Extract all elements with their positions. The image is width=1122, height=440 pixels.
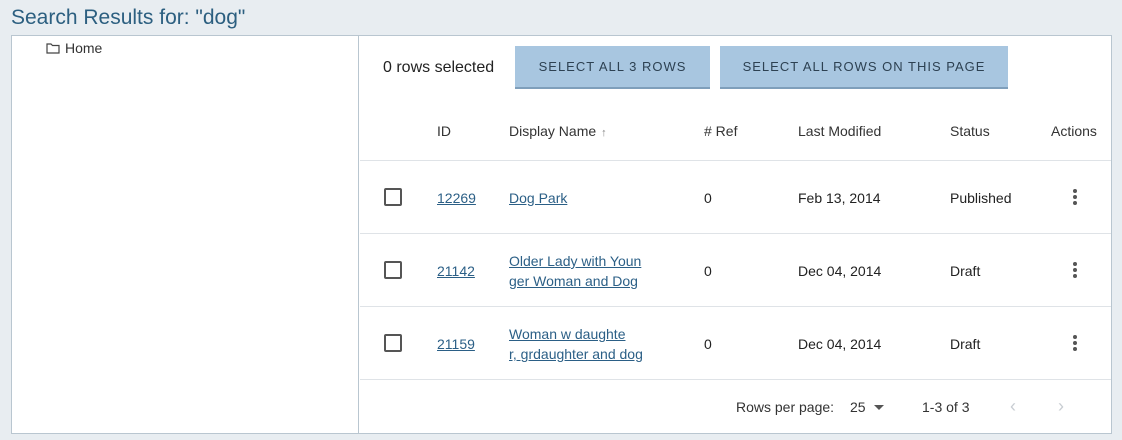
row-status: Published <box>950 190 1012 206</box>
select-all-rows-button[interactable]: SELECT ALL 3 ROWS <box>515 46 710 89</box>
column-header-display-name[interactable]: Display Name ↑ <box>509 123 607 139</box>
rows-per-page-select[interactable]: 25 <box>850 399 884 415</box>
tree-item-label: Home <box>65 40 103 56</box>
row-name-line: ger Woman and Dog <box>509 273 638 289</box>
row-ref: 0 <box>704 336 712 352</box>
results-table: 0 rows selected SELECT ALL 3 ROWS SELECT… <box>360 36 1111 433</box>
row-id-link[interactable]: 21159 <box>437 336 475 352</box>
row-name-line: Older Lady with Youn <box>509 253 642 269</box>
row-modified: Dec 04, 2014 <box>798 336 882 352</box>
row-divider <box>360 233 1111 234</box>
column-header-status[interactable]: Status <box>950 123 990 139</box>
caret-down-icon <box>873 404 884 410</box>
row-ref: 0 <box>704 263 712 279</box>
column-header-ref[interactable]: # Ref <box>704 123 737 139</box>
column-header-label: Display Name <box>509 123 597 139</box>
row-checkbox[interactable] <box>384 188 402 206</box>
search-results-panel: Home 0 rows selected SELECT ALL 3 ROWS S… <box>11 35 1112 434</box>
tree-item-home[interactable]: Home <box>46 40 102 56</box>
row-modified: Dec 04, 2014 <box>798 263 882 279</box>
folder-tree: Home <box>12 36 359 433</box>
pagination-range: 1-3 of 3 <box>922 399 970 415</box>
row-name-link[interactable]: Older Lady with Youn ger Woman and Dog <box>509 251 649 291</box>
sort-ascending-icon: ↑ <box>601 127 607 139</box>
row-status: Draft <box>950 263 981 279</box>
rows-per-page-label: Rows per page: <box>736 399 835 415</box>
page-title: Search Results for: "dog" <box>11 6 246 29</box>
row-name-line: r, grdaughter and dog <box>509 346 643 362</box>
row-ref: 0 <box>704 190 712 206</box>
selected-count: 0 rows selected <box>383 59 495 76</box>
column-header-id[interactable]: ID <box>437 123 451 139</box>
prev-page-icon[interactable]: ‹ <box>1005 397 1021 415</box>
row-modified: Feb 13, 2014 <box>798 190 881 206</box>
row-status: Draft <box>950 336 981 352</box>
row-checkbox[interactable] <box>384 334 402 352</box>
select-page-rows-button[interactable]: SELECT ALL ROWS ON THIS PAGE <box>720 46 1008 89</box>
row-checkbox[interactable] <box>384 261 402 279</box>
more-actions-icon[interactable] <box>1070 189 1080 207</box>
column-header-last-modified[interactable]: Last Modified <box>798 123 881 139</box>
folder-icon <box>46 43 60 54</box>
column-header-actions: Actions <box>1051 123 1097 139</box>
row-name-link[interactable]: Dog Park <box>509 190 567 206</box>
more-actions-icon[interactable] <box>1070 335 1080 353</box>
row-divider <box>360 306 1111 307</box>
rows-per-page-value: 25 <box>850 399 866 415</box>
row-divider <box>360 379 1111 380</box>
more-actions-icon[interactable] <box>1070 262 1080 280</box>
row-name-link[interactable]: Woman w daughte r, grdaughter and dog <box>509 324 649 364</box>
row-id-link[interactable]: 21142 <box>437 263 475 279</box>
row-divider <box>360 160 1111 161</box>
row-id-link[interactable]: 12269 <box>437 190 476 206</box>
next-page-icon[interactable]: › <box>1053 397 1069 415</box>
row-name-line: Woman w daughte <box>509 326 626 342</box>
